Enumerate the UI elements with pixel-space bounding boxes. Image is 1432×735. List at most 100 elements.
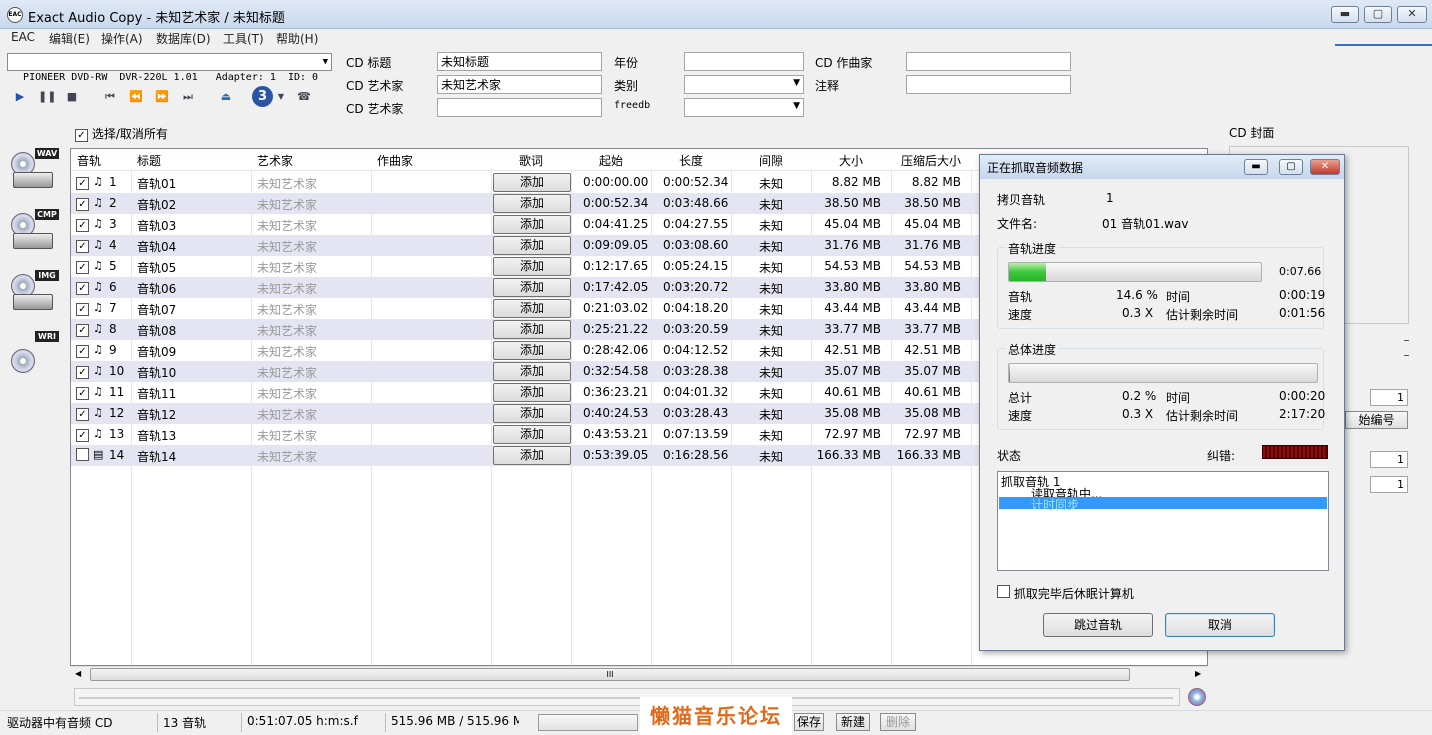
eject-icon[interactable]: ⏏ — [218, 89, 234, 105]
add-lyrics-button[interactable]: 添加 — [493, 341, 571, 360]
numbering-field-3[interactable]: 1 — [1370, 476, 1408, 493]
header-size[interactable]: 大小 — [839, 152, 863, 169]
track-checkbox[interactable]: ✓ — [76, 240, 89, 253]
write-cd-button[interactable]: WRI — [11, 331, 59, 379]
track-artist[interactable]: 未知艺术家 — [257, 448, 317, 465]
track-artist[interactable]: 未知艺术家 — [257, 301, 317, 318]
header-lyrics[interactable]: 歌词 — [519, 152, 543, 169]
delete-button[interactable]: 删除 — [880, 713, 916, 731]
stop-icon[interactable]: ■ — [64, 89, 80, 105]
comment-field[interactable] — [906, 75, 1071, 94]
track-artist[interactable]: 未知艺术家 — [257, 364, 317, 381]
track-title[interactable]: 音轨07 — [137, 301, 176, 318]
track-artist[interactable]: 未知艺术家 — [257, 427, 317, 444]
track-count-icon[interactable]: 3 — [252, 86, 273, 107]
header-compressed-size[interactable]: 压缩后大小 — [901, 152, 961, 169]
track-title[interactable]: 音轨03 — [137, 217, 176, 234]
pause-icon[interactable]: ❚❚ — [38, 89, 56, 105]
skip-track-button[interactable]: 跳过音轨 — [1043, 613, 1153, 637]
cd-icon[interactable] — [1188, 688, 1206, 706]
header-artist[interactable]: 艺术家 — [257, 152, 293, 169]
add-lyrics-button[interactable]: 添加 — [493, 320, 571, 339]
copy-image-button[interactable]: IMG — [11, 270, 59, 318]
sleep-option[interactable]: 抓取完毕后休眠计算机 — [997, 585, 1134, 602]
add-lyrics-button[interactable]: 添加 — [493, 194, 571, 213]
track-title[interactable]: 音轨11 — [137, 385, 176, 402]
add-lyrics-button[interactable]: 添加 — [493, 173, 571, 192]
start-numbering-button[interactable]: 始编号 — [1345, 411, 1408, 429]
save-button[interactable]: 保存 — [794, 713, 824, 731]
header-composer[interactable]: 作曲家 — [377, 152, 413, 169]
menu-help[interactable]: 帮助(H) — [276, 30, 318, 47]
drive-settings-icon[interactable]: ☎ — [292, 89, 316, 105]
numbering-field-1[interactable]: 1 — [1370, 389, 1408, 406]
track-title[interactable]: 音轨08 — [137, 322, 176, 339]
track-title[interactable]: 音轨05 — [137, 259, 176, 276]
track-checkbox[interactable]: ✓ — [76, 345, 89, 358]
track-checkbox[interactable]: ✓ — [76, 198, 89, 211]
add-lyrics-button[interactable]: 添加 — [493, 425, 571, 444]
drive-select[interactable]: PIONEER DVD-RW DVR-220L 1.01 Adapter: 1 … — [7, 53, 332, 83]
menu-database[interactable]: 数据库(D) — [156, 30, 211, 47]
track-artist[interactable]: 未知艺术家 — [257, 238, 317, 255]
track-checkbox[interactable]: ✓ — [76, 366, 89, 379]
select-all-checkbox[interactable]: ✓ — [75, 129, 88, 142]
last-track-icon[interactable]: ⏭ — [180, 89, 196, 105]
track-artist[interactable]: 未知艺术家 — [257, 343, 317, 360]
sleep-checkbox[interactable] — [997, 585, 1010, 598]
prev-track-icon[interactable]: ⏪ — [128, 89, 144, 105]
track-title[interactable]: 音轨04 — [137, 238, 176, 255]
scrollbar-thumb[interactable]: III — [90, 668, 1130, 681]
menu-edit[interactable]: 编辑(E) — [49, 30, 90, 47]
add-lyrics-button[interactable]: 添加 — [493, 236, 571, 255]
year-field[interactable] — [684, 52, 804, 71]
track-title[interactable]: 音轨13 — [137, 427, 176, 444]
header-gap[interactable]: 间隙 — [759, 152, 783, 169]
track-artist[interactable]: 未知艺术家 — [257, 406, 317, 423]
track-artist[interactable]: 未知艺术家 — [257, 175, 317, 192]
track-artist[interactable]: 未知艺术家 — [257, 322, 317, 339]
freedb-select[interactable]: ▼ — [684, 98, 804, 117]
track-title[interactable]: 音轨01 — [137, 175, 176, 192]
header-start[interactable]: 起始 — [599, 152, 623, 169]
dialog-minimize-button[interactable]: ▬ — [1244, 159, 1268, 175]
genre-select[interactable]: ▼ — [684, 75, 804, 94]
copy-wav-button[interactable]: WAV — [11, 148, 59, 196]
add-lyrics-button[interactable]: 添加 — [493, 299, 571, 318]
header-title[interactable]: 标题 — [137, 152, 161, 169]
track-checkbox[interactable]: ✓ — [76, 429, 89, 442]
track-artist[interactable]: 未知艺术家 — [257, 280, 317, 297]
track-checkbox[interactable]: ✓ — [76, 303, 89, 316]
track-checkbox[interactable]: ✓ — [76, 324, 89, 337]
track-artist[interactable]: 未知艺术家 — [257, 259, 317, 276]
copy-compressed-button[interactable]: CMP — [11, 209, 59, 257]
dialog-close-button[interactable]: ✕ — [1310, 159, 1340, 175]
track-checkbox[interactable]: ✓ — [76, 282, 89, 295]
track-artist[interactable]: 未知艺术家 — [257, 385, 317, 402]
add-lyrics-button[interactable]: 添加 — [493, 383, 571, 402]
header-length[interactable]: 长度 — [679, 152, 703, 169]
dropdown-icon[interactable]: ▼ — [276, 89, 286, 105]
position-slider[interactable] — [74, 688, 1180, 706]
track-checkbox[interactable] — [76, 448, 89, 461]
cd-artist-field[interactable]: 未知艺术家 — [437, 75, 602, 94]
maximize-button[interactable]: ▢ — [1364, 6, 1392, 23]
next-track-icon[interactable]: ⏩ — [154, 89, 170, 105]
first-track-icon[interactable]: ⏮ — [102, 89, 118, 105]
add-lyrics-button[interactable]: 添加 — [493, 257, 571, 276]
track-title[interactable]: 音轨02 — [137, 196, 176, 213]
header-track[interactable]: 音轨 — [77, 152, 101, 169]
new-button[interactable]: 新建 — [836, 713, 870, 731]
track-title[interactable]: 音轨06 — [137, 280, 176, 297]
track-checkbox[interactable]: ✓ — [76, 219, 89, 232]
play-icon[interactable]: ▶ — [12, 89, 28, 105]
status-log[interactable]: 抓取音轨 1 读取音轨中... 计时同步 — [997, 471, 1329, 571]
cd-title-field[interactable]: 未知标题 — [437, 52, 602, 71]
menu-eac[interactable]: EAC — [11, 30, 35, 44]
track-title[interactable]: 音轨12 — [137, 406, 176, 423]
cd-composer-field[interactable] — [906, 52, 1071, 71]
track-checkbox[interactable]: ✓ — [76, 177, 89, 190]
cd-artist2-field[interactable] — [437, 98, 602, 117]
track-title[interactable]: 音轨10 — [137, 364, 176, 381]
numbering-field-2[interactable]: 1 — [1370, 451, 1408, 468]
